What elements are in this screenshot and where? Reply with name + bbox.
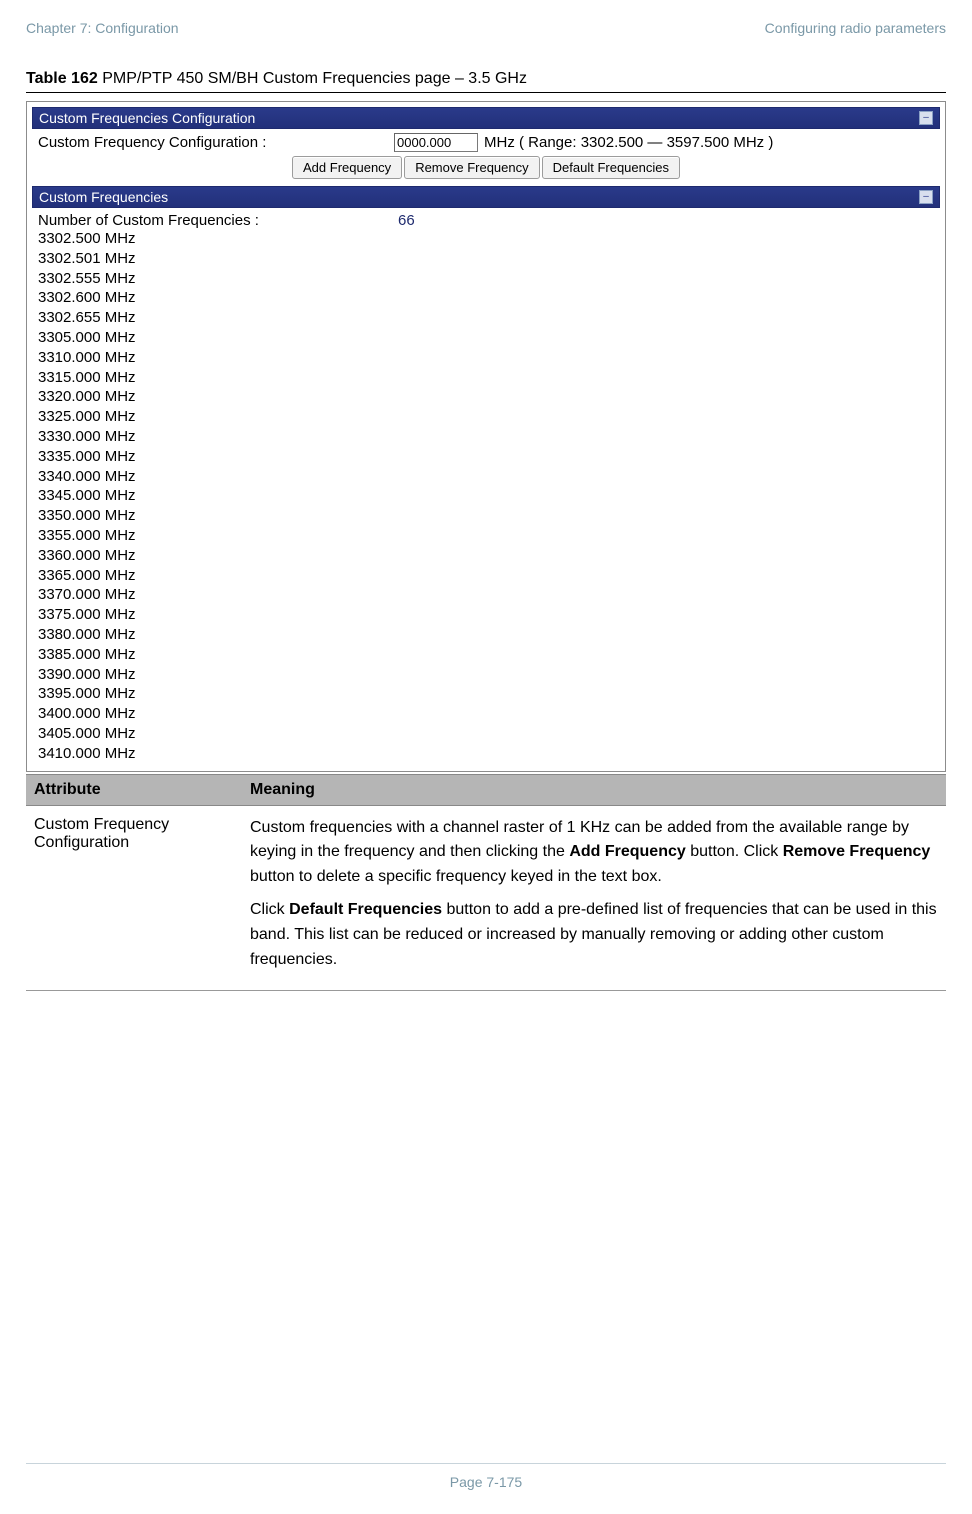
frequency-item: 3345.000 MHz — [38, 486, 934, 506]
frequency-item: 3320.000 MHz — [38, 387, 934, 407]
meaning-text: button to delete a specific frequency ke… — [250, 868, 662, 885]
frequency-item: 3360.000 MHz — [38, 546, 934, 566]
frequency-item: 3302.600 MHz — [38, 288, 934, 308]
frequencies-section: Custom Frequencies – Number of Custom Fr… — [32, 186, 940, 766]
meaning-bold: Remove Frequency — [783, 843, 931, 860]
frequency-item: 3305.000 MHz — [38, 328, 934, 348]
frequency-input[interactable] — [394, 133, 478, 152]
frequency-item: 3365.000 MHz — [38, 566, 934, 586]
meaning-header: Meaning — [242, 774, 946, 805]
frequency-item: 3395.000 MHz — [38, 684, 934, 704]
table-row: Custom Frequency Configuration Custom fr… — [26, 805, 946, 991]
frequency-item: 3302.655 MHz — [38, 308, 934, 328]
default-frequencies-button[interactable]: Default Frequencies — [542, 156, 680, 179]
frequency-item: 3400.000 MHz — [38, 704, 934, 724]
frequency-item: 3410.000 MHz — [38, 744, 934, 764]
meaning-text: Click — [250, 901, 289, 918]
caption-divider — [26, 92, 946, 93]
config-section-title: Custom Frequencies Configuration — [39, 110, 255, 126]
meaning-text: button. Click — [686, 843, 783, 860]
frequency-count-label: Number of Custom Frequencies : — [38, 212, 398, 229]
header-left: Chapter 7: Configuration — [26, 20, 179, 36]
frequency-item: 3350.000 MHz — [38, 506, 934, 526]
config-section-header: Custom Frequencies Configuration – — [32, 107, 940, 129]
remove-frequency-button[interactable]: Remove Frequency — [404, 156, 539, 179]
attribute-table: Attribute Meaning Custom Frequency Confi… — [26, 774, 946, 992]
frequency-item: 3335.000 MHz — [38, 447, 934, 467]
frequency-item: 3375.000 MHz — [38, 605, 934, 625]
frequency-item: 3390.000 MHz — [38, 665, 934, 685]
meaning-bold: Default Frequencies — [289, 901, 442, 918]
embedded-ui: Custom Frequencies Configuration – Custo… — [26, 101, 946, 772]
frequency-unit-text: MHz ( Range: 3302.500 — 3597.500 MHz ) — [484, 134, 773, 151]
meaning-bold: Add Frequency — [569, 843, 685, 860]
frequencies-section-title: Custom Frequencies — [39, 189, 168, 205]
header-right: Configuring radio parameters — [765, 20, 946, 36]
frequency-item: 3302.500 MHz — [38, 229, 934, 249]
caption-prefix: Table 162 — [26, 70, 98, 87]
meaning-cell: Custom frequencies with a channel raster… — [242, 805, 946, 991]
frequency-item: 3385.000 MHz — [38, 645, 934, 665]
frequency-item: 3315.000 MHz — [38, 368, 934, 388]
frequency-item: 3380.000 MHz — [38, 625, 934, 645]
page-number: Page 7-175 — [26, 1463, 946, 1490]
collapse-icon[interactable]: – — [919, 111, 933, 125]
frequency-item: 3302.501 MHz — [38, 249, 934, 269]
frequency-item: 3325.000 MHz — [38, 407, 934, 427]
table-caption: Table 162 PMP/PTP 450 SM/BH Custom Frequ… — [26, 70, 946, 88]
config-section: Custom Frequencies Configuration – Custo… — [32, 107, 940, 181]
frequency-item: 3310.000 MHz — [38, 348, 934, 368]
frequency-count-value: 66 — [398, 212, 415, 229]
attribute-header: Attribute — [26, 774, 242, 805]
caption-rest: PMP/PTP 450 SM/BH Custom Frequencies pag… — [98, 70, 527, 87]
frequency-item: 3340.000 MHz — [38, 467, 934, 487]
frequency-item: 3330.000 MHz — [38, 427, 934, 447]
add-frequency-button[interactable]: Add Frequency — [292, 156, 402, 179]
frequency-item: 3405.000 MHz — [38, 724, 934, 744]
frequency-item: 3302.555 MHz — [38, 269, 934, 289]
frequency-item: 3370.000 MHz — [38, 585, 934, 605]
frequency-item: 3355.000 MHz — [38, 526, 934, 546]
attribute-cell: Custom Frequency Configuration — [26, 805, 242, 991]
frequency-list: 3302.500 MHz3302.501 MHz3302.555 MHz3302… — [38, 229, 934, 764]
collapse-icon[interactable]: – — [919, 190, 933, 204]
frequencies-section-header: Custom Frequencies – — [32, 186, 940, 208]
page-header: Chapter 7: Configuration Configuring rad… — [26, 20, 946, 36]
config-label: Custom Frequency Configuration : — [38, 134, 388, 151]
